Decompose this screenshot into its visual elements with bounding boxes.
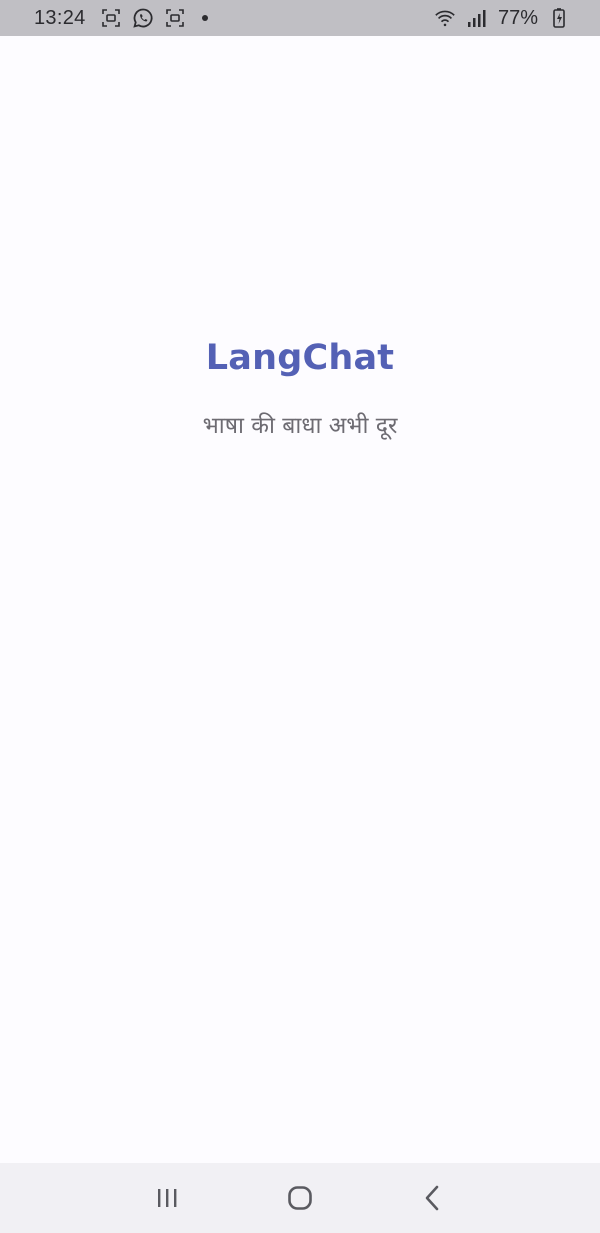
- app-title: LangChat: [205, 338, 395, 378]
- status-right: 77%: [434, 7, 570, 30]
- status-left: 13:24: [34, 7, 208, 30]
- navigation-bar: [0, 1163, 600, 1233]
- recent-apps-icon: [157, 1189, 177, 1207]
- back-icon: [426, 1185, 439, 1211]
- screenshot-icon: [100, 7, 122, 29]
- home-button[interactable]: [280, 1178, 320, 1218]
- status-time: 13:24: [34, 6, 86, 29]
- notification-dot: [201, 15, 208, 21]
- wifi-icon: [434, 7, 456, 29]
- status-bar: 13:24 77%: [0, 0, 600, 36]
- app-screen: 13:24 77% LangChat भाषा की बाधा अभी दूर: [0, 0, 600, 1233]
- recent-apps-button[interactable]: [147, 1178, 187, 1218]
- battery-icon: [548, 7, 570, 29]
- signal-icon: [466, 7, 488, 29]
- back-button[interactable]: [413, 1178, 453, 1218]
- home-icon: [288, 1186, 312, 1210]
- app-tagline: भाषा की बाधा अभी दूर: [202, 413, 398, 439]
- whatsapp-icon: [132, 7, 154, 29]
- screenshot-icon: [164, 7, 186, 29]
- battery-percent: 77%: [497, 6, 538, 29]
